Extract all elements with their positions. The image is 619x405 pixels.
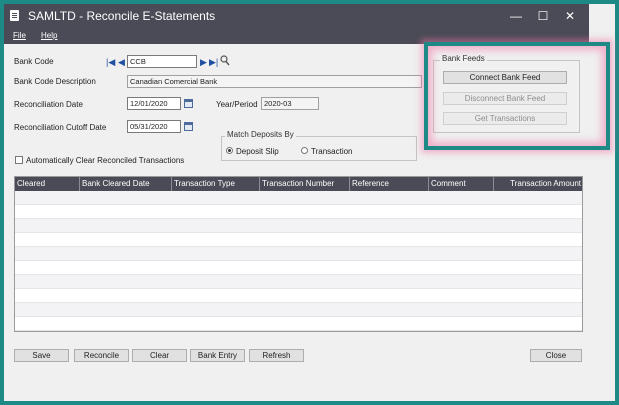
title-bar: SAMLTD - Reconcile E-Statements — ☐ ✕ — [4, 4, 589, 28]
minimize-button[interactable]: — — [504, 7, 528, 25]
table-row[interactable] — [15, 303, 582, 317]
year-period-label: Year/Period — [216, 100, 258, 109]
table-row[interactable] — [15, 191, 582, 205]
app-icon — [10, 10, 19, 21]
table-row[interactable] — [15, 317, 582, 331]
menu-help[interactable]: Help — [41, 31, 57, 40]
bank-entry-button[interactable]: Bank Entry — [190, 349, 245, 362]
menu-file[interactable]: File — [13, 31, 26, 40]
reconciliation-cutoff-date-label: Reconciliation Cutoff Date — [14, 123, 107, 132]
previous-record-icon[interactable]: ◀ — [118, 57, 125, 67]
deposit-slip-label: Deposit Slip — [236, 147, 279, 156]
column-transaction-type[interactable]: Transaction Type — [172, 177, 260, 191]
year-period-field: 2020-03 — [261, 97, 319, 110]
bank-code-input[interactable]: CCB — [127, 55, 197, 68]
last-record-icon[interactable]: ▶| — [209, 57, 218, 67]
radio-deposit-slip[interactable] — [226, 147, 233, 154]
finder-search-icon[interactable] — [220, 55, 230, 66]
reconciliation-date-input[interactable]: 12/01/2020 — [127, 97, 181, 110]
reconciliation-date-label: Reconciliation Date — [14, 100, 83, 109]
table-row[interactable] — [15, 247, 582, 261]
close-window-button[interactable]: ✕ — [558, 7, 582, 25]
bank-code-label: Bank Code — [14, 57, 54, 66]
column-bank-cleared-date[interactable]: Bank Cleared Date — [80, 177, 172, 191]
match-deposits-title: Match Deposits By — [225, 130, 296, 139]
radio-transaction[interactable] — [301, 147, 308, 154]
table-row[interactable] — [15, 233, 582, 247]
save-button[interactable]: Save — [14, 349, 69, 362]
calendar-icon[interactable] — [184, 99, 193, 108]
transactions-grid[interactable]: Cleared Bank Cleared Date Transaction Ty… — [14, 176, 583, 332]
auto-clear-label: Automatically Clear Reconciled Transacti… — [26, 156, 185, 165]
transaction-label: Transaction — [311, 147, 353, 156]
refresh-button[interactable]: Refresh — [249, 349, 304, 362]
column-cleared[interactable]: Cleared — [15, 177, 80, 191]
bank-feeds-highlight — [424, 42, 610, 150]
table-row[interactable] — [15, 261, 582, 275]
table-row[interactable] — [15, 289, 582, 303]
next-record-icon[interactable]: ▶ — [200, 57, 207, 67]
table-row[interactable] — [15, 205, 582, 219]
bank-code-description-field: Canadian Comercial Bank — [127, 75, 422, 88]
column-transaction-amount[interactable]: Transaction Amount — [494, 177, 582, 191]
table-row[interactable] — [15, 275, 582, 289]
column-comment[interactable]: Comment — [429, 177, 494, 191]
bank-code-description-label: Bank Code Description — [14, 77, 96, 86]
calendar-icon[interactable] — [184, 122, 193, 131]
window-title: SAMLTD - Reconcile E-Statements — [28, 9, 216, 23]
close-button[interactable]: Close — [530, 349, 582, 362]
table-row[interactable] — [15, 219, 582, 233]
auto-clear-checkbox[interactable] — [15, 156, 23, 164]
maximize-button[interactable]: ☐ — [531, 7, 555, 25]
grid-header: Cleared Bank Cleared Date Transaction Ty… — [15, 177, 582, 191]
clear-button[interactable]: Clear — [132, 349, 187, 362]
reconcile-button[interactable]: Reconcile — [74, 349, 129, 362]
column-reference[interactable]: Reference — [350, 177, 429, 191]
reconciliation-cutoff-date-input[interactable]: 05/31/2020 — [127, 120, 181, 133]
grid-body — [15, 191, 582, 331]
first-record-icon[interactable]: |◀ — [106, 57, 115, 67]
column-transaction-number[interactable]: Transaction Number — [260, 177, 350, 191]
